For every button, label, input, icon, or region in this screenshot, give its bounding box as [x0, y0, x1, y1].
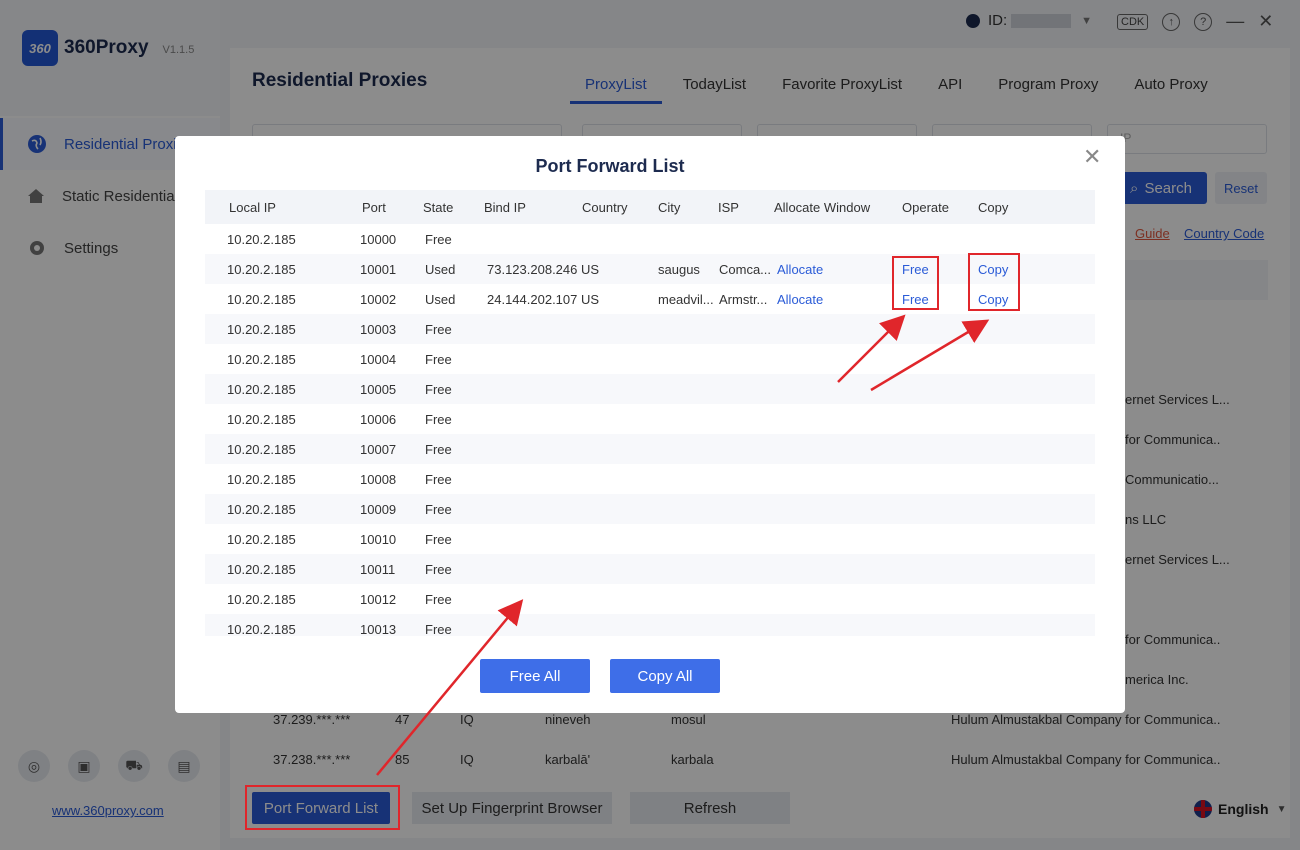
state-cell: Free — [425, 532, 452, 547]
state-cell: Free — [425, 502, 452, 517]
state-cell: Used — [425, 292, 456, 307]
port-table-header: Local IP Port State Bind IP Country City… — [205, 190, 1095, 224]
dialog-title: Port Forward List — [535, 156, 685, 176]
col-bind-ip: Bind IP — [484, 200, 526, 215]
port-cell: 10008 — [360, 472, 397, 487]
state-cell: Free — [425, 622, 452, 636]
table-row[interactable]: 10.20.2.185 10011 Free — [205, 554, 1095, 584]
port-cell: 10013 — [360, 622, 397, 636]
state-cell: Free — [425, 382, 452, 397]
local-ip-cell: 10.20.2.185 — [227, 502, 296, 517]
port-cell: 10004 — [360, 352, 397, 367]
highlight-port-forward-button — [245, 785, 400, 830]
bind-ip-cell: 73.123.208.246 — [487, 262, 578, 277]
local-ip-cell: 10.20.2.185 — [227, 412, 296, 427]
col-state: State — [423, 200, 454, 215]
port-forward-dialog: Port Forward List ✕ Local IP Port State … — [175, 136, 1125, 713]
col-local-ip: Local IP — [229, 200, 276, 215]
table-row[interactable]: 10.20.2.185 10000 Free — [205, 224, 1095, 254]
copy-all-button[interactable]: Copy All — [610, 659, 720, 693]
port-cell: 10003 — [360, 322, 397, 337]
port-cell: 10002 — [360, 292, 397, 307]
port-cell: 10005 — [360, 382, 397, 397]
table-row[interactable]: 10.20.2.185 10006 Free — [205, 404, 1095, 434]
local-ip-cell: 10.20.2.185 — [227, 562, 296, 577]
isp-cell: Armstr... — [719, 292, 768, 307]
bind-ip-cell: 24.144.202.107 — [487, 292, 578, 307]
local-ip-cell: 10.20.2.185 — [227, 292, 296, 307]
state-cell: Free — [425, 322, 452, 337]
city-cell: meadvil... — [658, 292, 714, 307]
table-row[interactable]: 10.20.2.185 10001 Used 73.123.208.246 US saug… — [205, 254, 1095, 284]
table-row[interactable]: 10.20.2.185 10012 Free — [205, 584, 1095, 614]
local-ip-cell: 10.20.2.185 — [227, 322, 296, 337]
col-isp: ISP — [718, 200, 739, 215]
table-row[interactable]: 10.20.2.185 10008 Free — [205, 464, 1095, 494]
table-row[interactable]: 10.20.2.185 10010 Free — [205, 524, 1095, 554]
col-allocate-window: Allocate Window — [774, 200, 871, 215]
highlight-free-buttons — [892, 256, 939, 310]
highlight-copy-buttons — [968, 253, 1020, 311]
state-cell: Used — [425, 262, 456, 277]
allocate-link[interactable]: Allocate — [777, 262, 823, 277]
port-cell: 10007 — [360, 442, 397, 457]
isp-cell: Comca... — [719, 262, 772, 277]
table-row[interactable]: 10.20.2.185 10003 Free — [205, 314, 1095, 344]
state-cell: Free — [425, 232, 452, 247]
free-all-button[interactable]: Free All — [480, 659, 590, 693]
local-ip-cell: 10.20.2.185 — [227, 472, 296, 487]
city-cell: saugus — [658, 262, 700, 277]
local-ip-cell: 10.20.2.185 — [227, 442, 296, 457]
port-cell: 10001 — [360, 262, 397, 277]
close-icon[interactable]: ✕ — [1083, 144, 1101, 170]
local-ip-cell: 10.20.2.185 — [227, 622, 296, 636]
col-port: Port — [362, 200, 386, 215]
local-ip-cell: 10.20.2.185 — [227, 352, 296, 367]
country-cell: US — [581, 292, 600, 307]
port-table-body: 10.20.2.185 10000 Free 10.20.2.185 10001 Used… — [205, 224, 1095, 636]
table-row[interactable]: 10.20.2.185 10002 Used 24.144.202.107 US mead… — [205, 284, 1095, 314]
state-cell: Free — [425, 472, 452, 487]
col-copy: Copy — [978, 200, 1009, 215]
table-row[interactable]: 10.20.2.185 10007 Free — [205, 434, 1095, 464]
port-cell: 10006 — [360, 412, 397, 427]
local-ip-cell: 10.20.2.185 — [227, 382, 296, 397]
port-cell: 10000 — [360, 232, 397, 247]
local-ip-cell: 10.20.2.185 — [227, 592, 296, 607]
port-cell: 10010 — [360, 532, 397, 547]
local-ip-cell: 10.20.2.185 — [227, 232, 296, 247]
table-row[interactable]: 10.20.2.185 10005 Free — [205, 374, 1095, 404]
local-ip-cell: 10.20.2.185 — [227, 532, 296, 547]
country-cell: US — [581, 262, 600, 277]
col-operate: Operate — [902, 200, 949, 215]
allocate-link[interactable]: Allocate — [777, 292, 823, 307]
state-cell: Free — [425, 442, 452, 457]
table-row[interactable]: 10.20.2.185 10009 Free — [205, 494, 1095, 524]
state-cell: Free — [425, 592, 452, 607]
col-country: Country — [582, 200, 628, 215]
state-cell: Free — [425, 562, 452, 577]
state-cell: Free — [425, 352, 452, 367]
local-ip-cell: 10.20.2.185 — [227, 262, 296, 277]
port-cell: 10011 — [360, 562, 396, 577]
port-cell: 10009 — [360, 502, 397, 517]
state-cell: Free — [425, 412, 452, 427]
table-row[interactable]: 10.20.2.185 10004 Free — [205, 344, 1095, 374]
table-row[interactable]: 10.20.2.185 10013 Free — [205, 614, 1095, 636]
port-cell: 10012 — [360, 592, 397, 607]
col-city: City — [658, 200, 681, 215]
